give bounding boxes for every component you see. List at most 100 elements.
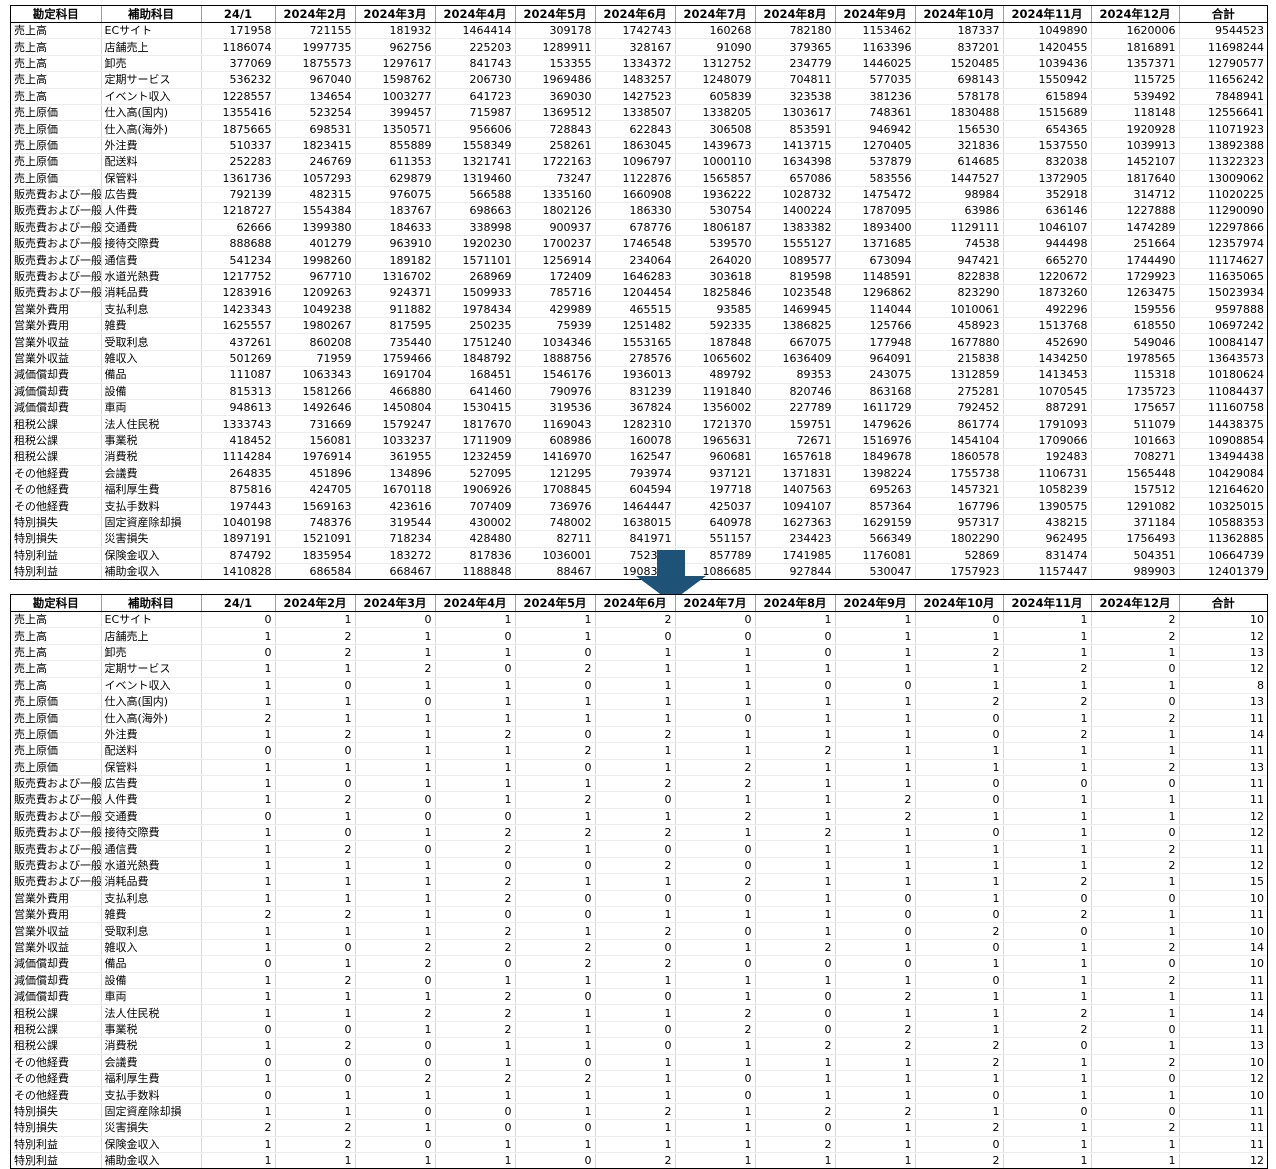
value-cell[interactable]: 1751240	[435, 333, 516, 351]
value-cell[interactable]: 748002	[515, 514, 596, 532]
value-cell[interactable]: 1521091	[275, 530, 356, 548]
total-cell[interactable]: 10	[1179, 1086, 1267, 1104]
value-cell[interactable]: 1	[275, 988, 356, 1006]
value-cell[interactable]: 159751	[755, 415, 836, 433]
value-cell[interactable]: 1	[201, 857, 276, 875]
value-cell[interactable]: 184633	[355, 219, 436, 237]
value-cell[interactable]: 2	[1091, 840, 1180, 858]
value-cell[interactable]: 1629159	[835, 514, 916, 532]
value-cell[interactable]: 2	[515, 660, 596, 678]
sub-account-cell[interactable]: 支払利息	[101, 890, 202, 908]
value-cell[interactable]: 1	[515, 1021, 596, 1039]
value-cell[interactable]: 1755738	[915, 465, 1004, 482]
total-cell[interactable]: 11	[1179, 1103, 1267, 1121]
value-cell[interactable]: 964091	[835, 350, 916, 368]
value-cell[interactable]: 0	[355, 1054, 436, 1071]
value-cell[interactable]: 636146	[1003, 202, 1092, 220]
value-cell[interactable]: 1565857	[675, 170, 756, 187]
value-cell[interactable]: 1	[915, 840, 1004, 858]
total-cell[interactable]: 13	[1179, 644, 1267, 662]
value-cell[interactable]: 0	[1091, 775, 1180, 793]
value-cell[interactable]: 735440	[355, 333, 436, 351]
value-cell[interactable]: 1	[435, 693, 516, 711]
total-cell[interactable]: 12556641	[1179, 104, 1267, 122]
value-cell[interactable]: 1	[675, 1103, 756, 1121]
value-cell[interactable]: 1	[1091, 1037, 1180, 1055]
value-cell[interactable]: 793974	[595, 465, 676, 482]
column-header[interactable]: 勘定科目	[11, 595, 102, 612]
total-cell[interactable]: 12164620	[1179, 481, 1267, 499]
value-cell[interactable]: 2	[1091, 857, 1180, 875]
value-cell[interactable]: 1	[1091, 1004, 1180, 1022]
total-cell[interactable]: 12	[1179, 808, 1267, 826]
value-cell[interactable]: 1	[675, 1152, 756, 1169]
value-cell[interactable]: 0	[201, 611, 276, 629]
value-cell[interactable]: 1	[915, 627, 1004, 645]
value-cell[interactable]: 1	[275, 955, 356, 973]
sub-account-cell[interactable]: 消耗品費	[101, 284, 202, 302]
value-cell[interactable]: 243075	[835, 366, 916, 384]
value-cell[interactable]: 1742743	[595, 22, 676, 40]
value-cell[interactable]: 1028732	[755, 186, 836, 204]
value-cell[interactable]: 1	[275, 660, 356, 678]
value-cell[interactable]: 0	[675, 611, 756, 629]
value-cell[interactable]: 1398224	[835, 465, 916, 482]
column-header[interactable]: 24/1	[201, 6, 276, 23]
value-cell[interactable]: 1	[355, 775, 436, 793]
value-cell[interactable]: 1817640	[1091, 170, 1180, 187]
total-cell[interactable]: 12401379	[1179, 563, 1267, 579]
value-cell[interactable]: 2	[515, 955, 596, 973]
value-cell[interactable]: 704811	[755, 71, 836, 89]
value-cell[interactable]: 2	[275, 791, 356, 809]
value-cell[interactable]: 187337	[915, 22, 1004, 40]
value-cell[interactable]: 1	[515, 1037, 596, 1055]
value-cell[interactable]: 2	[675, 759, 756, 776]
value-cell[interactable]: 2	[275, 906, 356, 924]
value-cell[interactable]: 967040	[275, 71, 356, 89]
total-cell[interactable]: 15023934	[1179, 284, 1267, 302]
account-cell[interactable]: 売上高	[11, 660, 102, 678]
value-cell[interactable]: 1386825	[755, 317, 836, 335]
value-cell[interactable]: 367824	[595, 399, 676, 417]
sub-account-cell[interactable]: 仕入高(国内)	[101, 104, 202, 122]
total-cell[interactable]: 13	[1179, 1037, 1267, 1055]
value-cell[interactable]: 0	[835, 890, 916, 908]
value-cell[interactable]: 1	[675, 693, 756, 711]
value-cell[interactable]: 1	[275, 890, 356, 908]
value-cell[interactable]: 1	[515, 972, 596, 989]
value-cell[interactable]: 189182	[355, 251, 436, 269]
value-cell[interactable]: 1	[675, 1037, 756, 1055]
value-cell[interactable]: 0	[1091, 1070, 1180, 1088]
value-cell[interactable]: 1835954	[275, 547, 356, 564]
value-cell[interactable]: 1410828	[201, 563, 276, 580]
value-cell[interactable]: 73247	[515, 170, 596, 187]
sub-account-cell[interactable]: 事業税	[101, 432, 202, 450]
value-cell[interactable]: 1	[201, 660, 276, 678]
value-cell[interactable]: 1	[1003, 939, 1092, 957]
value-cell[interactable]: 1	[275, 922, 356, 940]
column-header[interactable]: 補助科目	[101, 6, 202, 23]
value-cell[interactable]: 611353	[355, 153, 436, 171]
value-cell[interactable]: 2	[435, 824, 516, 842]
value-cell[interactable]: 418452	[201, 432, 276, 450]
value-cell[interactable]: 1825846	[675, 284, 756, 302]
total-cell[interactable]: 10908854	[1179, 432, 1267, 450]
value-cell[interactable]: 1	[201, 1070, 276, 1088]
column-header[interactable]: 2024年11月	[1003, 6, 1092, 23]
value-cell[interactable]: 0	[515, 890, 596, 908]
value-cell[interactable]: 715987	[435, 104, 516, 122]
value-cell[interactable]: 465515	[595, 301, 676, 319]
value-cell[interactable]: 0	[275, 1021, 356, 1039]
value-cell[interactable]: 1	[835, 972, 916, 989]
sub-account-cell[interactable]: 支払手数料	[101, 1086, 202, 1104]
value-cell[interactable]: 1209263	[275, 284, 356, 302]
account-cell[interactable]: 販売費および一般管理費	[11, 202, 102, 220]
value-cell[interactable]: 1	[1003, 988, 1092, 1006]
value-cell[interactable]: 2	[1091, 627, 1180, 645]
value-cell[interactable]: 321836	[915, 137, 1004, 155]
value-cell[interactable]: 1	[515, 611, 596, 629]
value-cell[interactable]: 1296862	[835, 284, 916, 302]
value-cell[interactable]: 1334372	[595, 55, 676, 73]
total-cell[interactable]: 11	[1179, 742, 1267, 760]
total-cell[interactable]: 9544523	[1179, 22, 1267, 40]
